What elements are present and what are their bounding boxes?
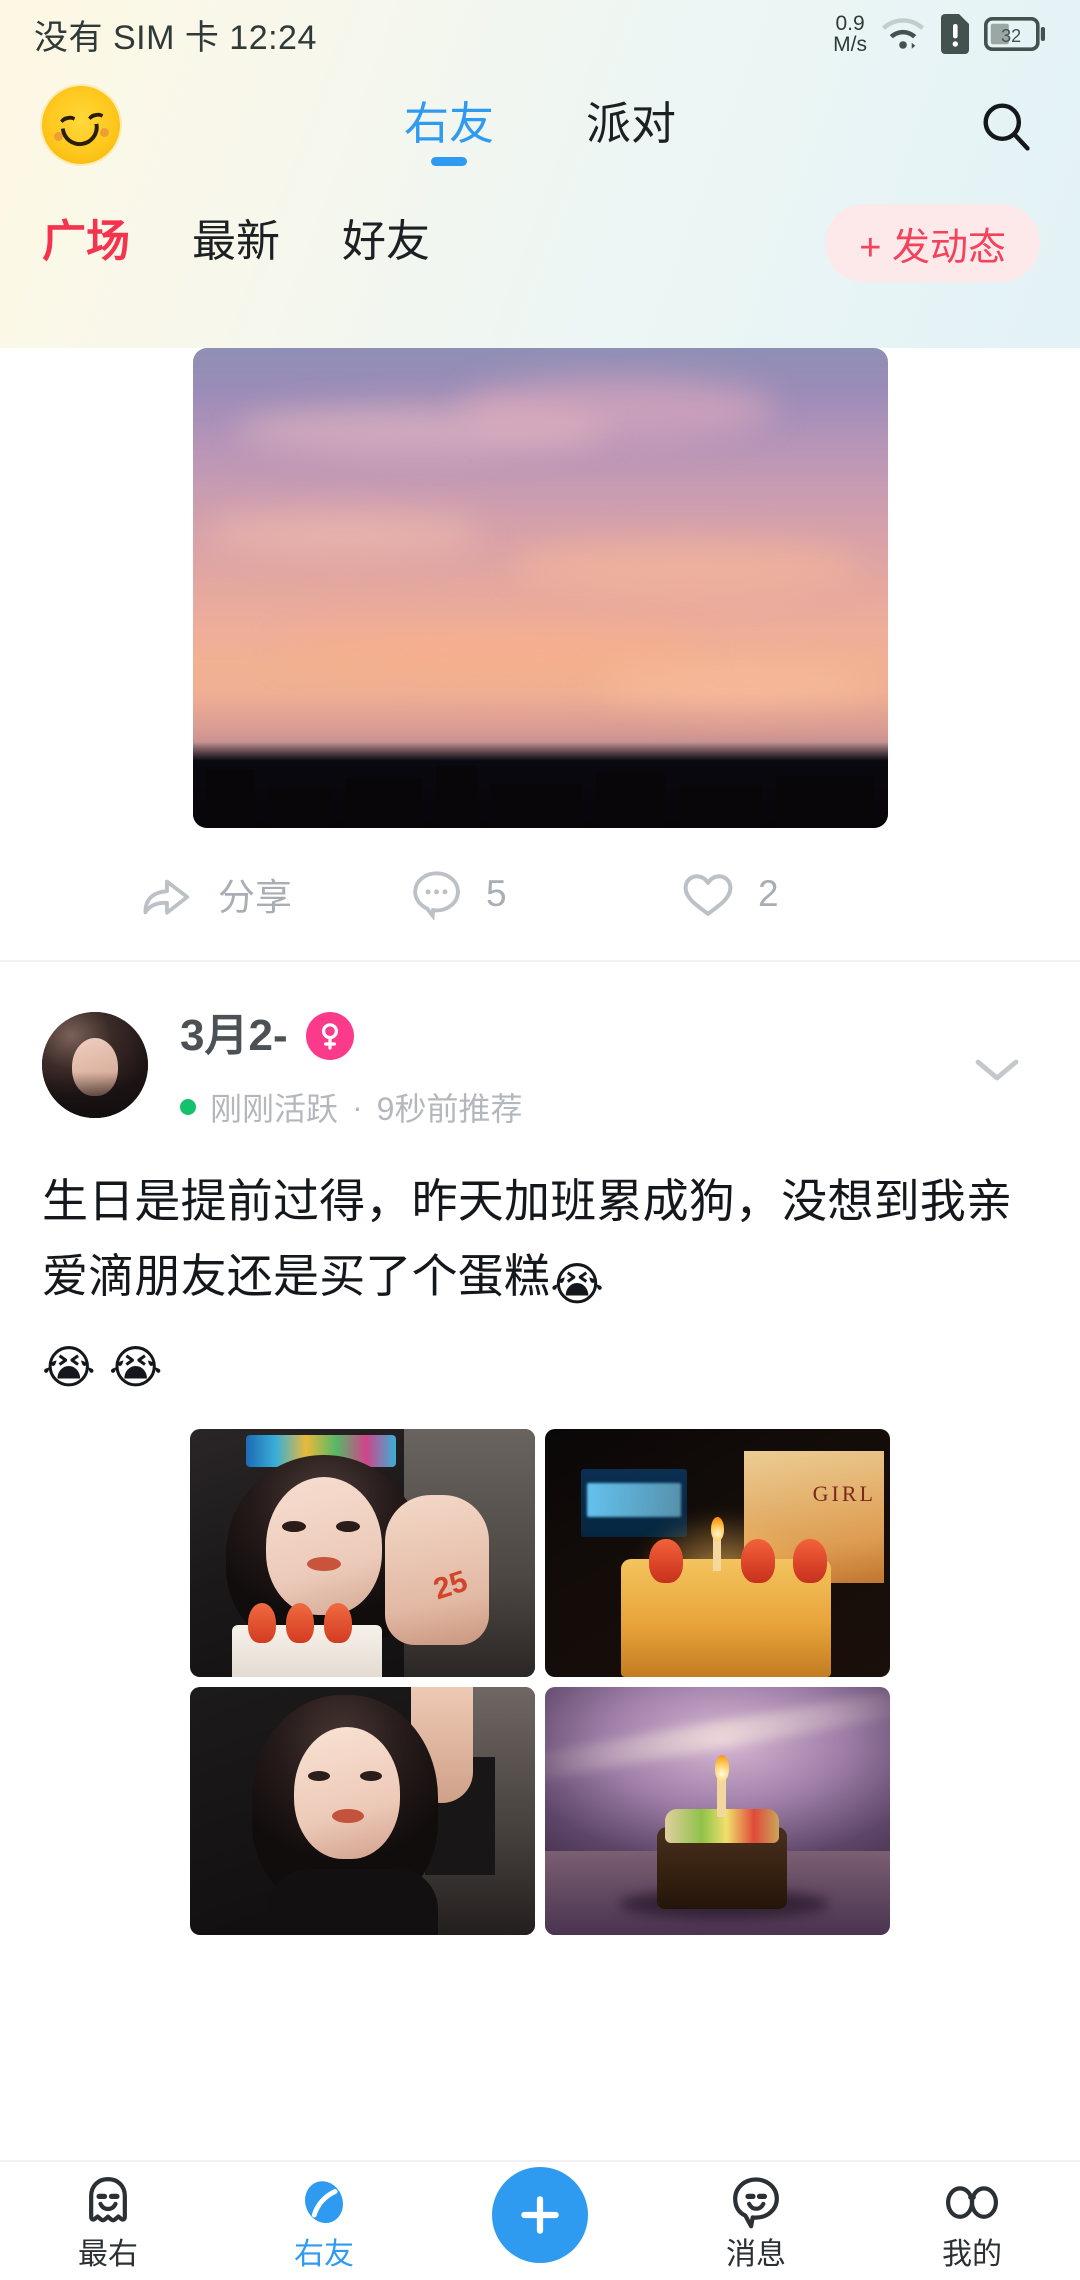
search-icon [983, 103, 1030, 151]
meta-separator: · [352, 1088, 363, 1125]
status-carrier-time: 没有 SIM 卡 12:24 [34, 18, 317, 57]
post-image-3[interactable] [190, 1687, 535, 1935]
top-navigation: 右友 派对 [0, 70, 1080, 180]
search-button[interactable] [976, 96, 1036, 156]
crying-emoji-line2: 😭 😭 [42, 1341, 163, 1393]
bottom-nav-label-zuiyou: 最右 [78, 2238, 138, 2271]
app-root: 没有 SIM 卡 12:24 0.9 M/s 32 右友 派对 广场 最新 好友… [0, 0, 1080, 2280]
online-dot-icon [180, 1099, 196, 1115]
bottom-nav-item-profile[interactable]: 我的 [864, 2172, 1080, 2270]
city-skyline [192, 742, 888, 828]
share-button[interactable]: 分享 [140, 867, 410, 921]
bottom-nav-label-youyou: 右友 [294, 2238, 354, 2271]
bottom-nav-item-create[interactable] [432, 2167, 648, 2275]
collapse-button[interactable] [972, 1054, 1022, 1089]
bottom-nav-label-messages: 消息 [726, 2238, 786, 2271]
subtab-guangchang[interactable]: 广场 [42, 220, 130, 264]
cloud-6 [595, 664, 874, 708]
comment-icon [413, 871, 460, 920]
battery-icon: 32 [984, 17, 1045, 51]
share-label: 分享 [218, 877, 292, 918]
sub-navigation: 广场 最新 好友 + 发动态 [0, 182, 1080, 302]
ghost-icon [89, 2176, 127, 2223]
post-image-4[interactable] [545, 1687, 890, 1935]
author-name-row: 3月2- [180, 1012, 354, 1060]
plus-fab-icon[interactable] [492, 2167, 588, 2263]
author-status: 刚刚活跃 [210, 1091, 339, 1127]
bottom-navigation: 最右 右友 消息 我的 [0, 2160, 1080, 2280]
bottom-nav-item-messages[interactable]: 消息 [648, 2172, 864, 2270]
create-post-button[interactable]: + 发动态 [825, 204, 1040, 282]
post-image[interactable] [192, 348, 888, 828]
bottom-nav-label-profile: 我的 [942, 2238, 1002, 2271]
post-sunset[interactable]: 分享 5 2 [0, 348, 1080, 962]
tab-active-indicator [430, 156, 467, 166]
post-image-2[interactable]: GIRL [545, 1429, 890, 1677]
post-image-grid: 25 GIRL [190, 1429, 890, 1935]
post-author-header: 3月2- 刚刚活跃 · 9秒前推荐 [0, 1006, 1080, 1158]
like-button[interactable]: 2 [680, 868, 779, 920]
glasses-icon [945, 2186, 999, 2219]
tab-youyou[interactable]: 右友 [403, 97, 494, 166]
female-icon [305, 1012, 354, 1060]
comment-button[interactable]: 5 [410, 868, 680, 920]
network-speed-unit: M/s [833, 33, 867, 56]
subtab-zuixin[interactable]: 最新 [192, 220, 280, 264]
heart-icon [683, 874, 733, 916]
sim-alert-icon [941, 14, 969, 54]
crying-emoji-inline: 😭 [550, 1258, 605, 1310]
avatar[interactable] [42, 1012, 148, 1118]
tab-youyou-label: 右友 [403, 97, 494, 149]
top-tab-list: 右友 派对 [0, 70, 1080, 180]
planet-icon [305, 2181, 343, 2224]
author-meta: 刚刚活跃 · 9秒前推荐 [180, 1084, 522, 1130]
author-time: 9秒前推荐 [376, 1091, 523, 1127]
subtab-haoyou[interactable]: 好友 [342, 220, 430, 264]
comment-count: 5 [486, 873, 507, 914]
bottom-nav-item-zuiyou[interactable]: 最右 [0, 2172, 216, 2270]
post-text: 生日是提前过得，昨天加班累成狗，没想到我亲爱滴朋友还是买了个蛋糕😭 😭 😭 [0, 1158, 1080, 1405]
status-bar: 没有 SIM 卡 12:24 0.9 M/s 32 [0, 0, 1080, 68]
tab-paidui-label: 派对 [586, 97, 677, 149]
network-speed-value: 0.9 [835, 12, 865, 35]
tab-paidui[interactable]: 派对 [586, 101, 676, 150]
post-image-1[interactable]: 25 [190, 1429, 535, 1677]
post-birthday[interactable]: 3月2- 刚刚活跃 · 9秒前推荐 生日是提前过得，昨天加班累成狗，没想到我亲爱… [0, 962, 1080, 1935]
battery-level-text: 32 [1001, 26, 1021, 46]
like-count: 2 [758, 873, 779, 914]
post-text-body: 生日是提前过得，昨天加班累成狗，没想到我亲爱滴朋友还是买了个蛋糕 [42, 1175, 1013, 1302]
status-icons: 0.9 M/s 32 [833, 13, 1046, 55]
network-speed: 0.9 M/s [833, 13, 867, 55]
cloud-4 [512, 540, 860, 593]
avatar-shade [42, 1072, 148, 1118]
cloud-2 [456, 376, 777, 440]
author-name[interactable]: 3月2- [180, 1014, 288, 1058]
wifi-icon [881, 18, 925, 49]
bottom-nav-item-youyou[interactable]: 右友 [216, 2172, 432, 2270]
post-action-bar: 分享 5 2 [0, 828, 1080, 960]
share-icon [143, 879, 190, 915]
chevron-down-icon [975, 1059, 1019, 1081]
chat-face-icon [733, 2177, 779, 2229]
feed-list[interactable]: 分享 5 2 3月2- 刚刚活跃 · 9秒前推荐 生日是提前过得，昨天加班累成狗… [0, 348, 1080, 2160]
